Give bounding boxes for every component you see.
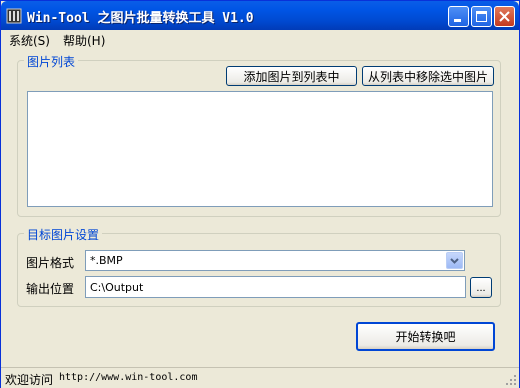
output-path-input[interactable]	[85, 276, 466, 298]
menu-system[interactable]: 系统(S)	[9, 32, 50, 49]
add-images-button[interactable]: 添加图片到列表中	[226, 66, 357, 86]
close-icon	[499, 11, 510, 22]
maximize-button[interactable]	[471, 6, 492, 27]
minimize-icon	[454, 19, 461, 22]
minimize-button[interactable]	[448, 6, 469, 27]
output-label: 输出位置	[26, 282, 75, 296]
app-icon[interactable]	[6, 8, 22, 24]
start-convert-button[interactable]: 开始转换吧	[356, 322, 495, 351]
status-welcome-label: 欢迎访问	[5, 373, 54, 387]
menu-help[interactable]: 帮助(H)	[63, 32, 105, 49]
target-settings-group-title: 目标图片设置	[24, 226, 103, 243]
image-list-group-title: 图片列表	[24, 53, 79, 70]
format-select[interactable]: *.BMP	[85, 250, 465, 271]
menu-bar: 系统(S) 帮助(H)	[1, 30, 519, 49]
browse-button[interactable]: ...	[470, 277, 492, 298]
title-bar[interactable]: Win-Tool 之图片批量转换工具 V1.0	[1, 1, 519, 30]
image-listbox[interactable]	[27, 91, 493, 207]
maximize-icon	[476, 11, 487, 22]
main-window: Win-Tool 之图片批量转换工具 V1.0 系统(S) 帮助(H) 图片列表…	[0, 0, 520, 388]
format-select-value: *.BMP	[90, 254, 123, 267]
status-bar: 欢迎访问 http://www.win-tool.com	[1, 367, 519, 388]
window-title: Win-Tool 之图片批量转换工具 V1.0	[27, 11, 254, 26]
status-website-link[interactable]: http://www.win-tool.com	[59, 372, 197, 383]
chevron-down-icon	[450, 258, 459, 264]
resize-grip-icon[interactable]	[505, 374, 517, 386]
format-label: 图片格式	[26, 256, 75, 270]
format-dropdown-button[interactable]	[446, 252, 463, 269]
close-button[interactable]	[494, 6, 515, 27]
remove-selected-button[interactable]: 从列表中移除选中图片	[362, 66, 494, 86]
